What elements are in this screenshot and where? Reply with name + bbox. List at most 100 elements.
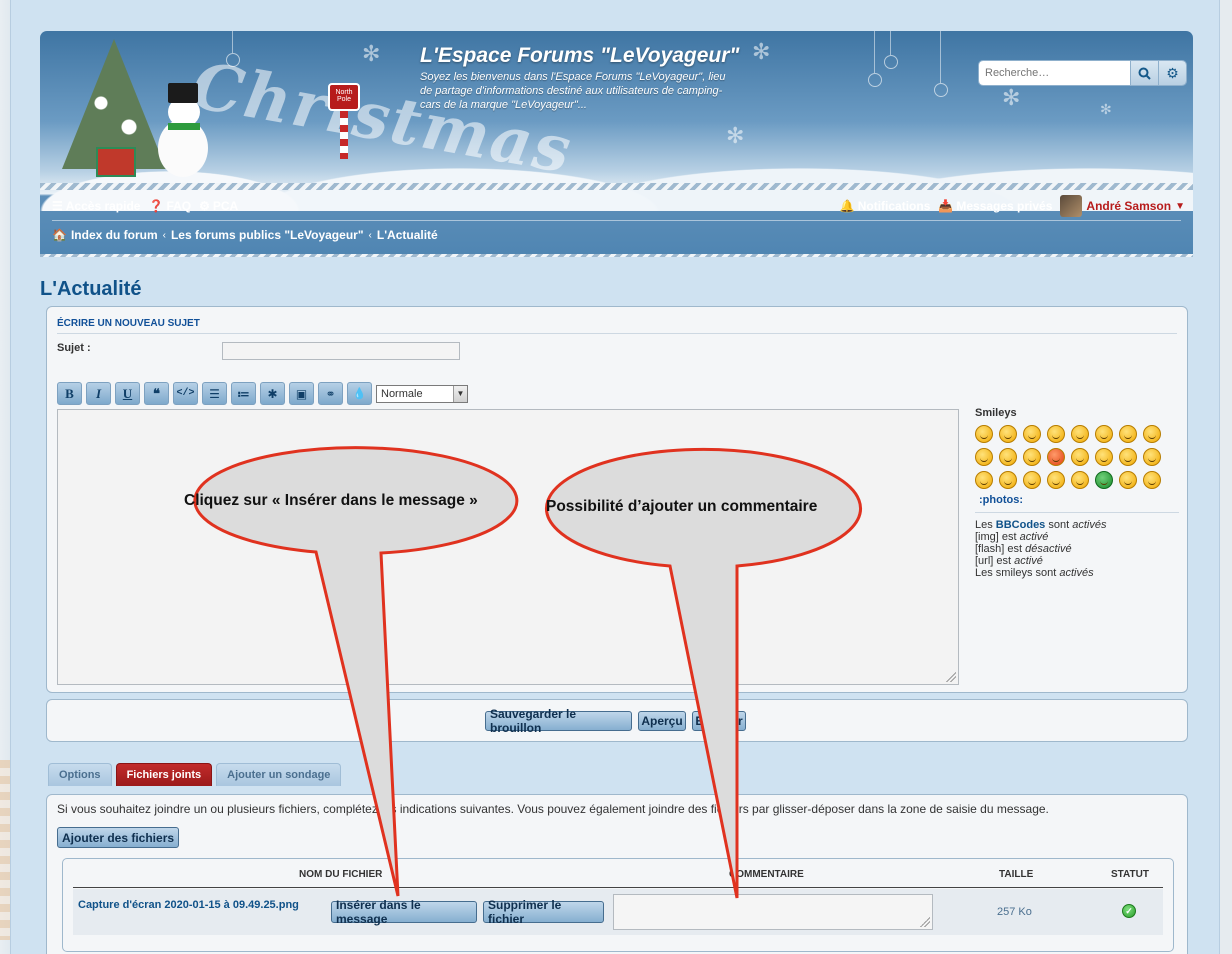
tab-attachments[interactable]: Fichiers joints: [115, 763, 213, 786]
user-menu[interactable]: André Samson ▼: [1060, 195, 1185, 217]
chevron-down-icon: ▼: [453, 385, 467, 402]
site-title[interactable]: L'Espace Forums "LeVoyageur": [420, 44, 739, 68]
code-button[interactable]: </>: [173, 382, 198, 405]
file-size: 257 Ko: [997, 906, 1032, 918]
snowman-hat: [168, 83, 198, 103]
smiley-icon[interactable]: [1023, 448, 1041, 466]
page-title[interactable]: L'Actualité: [40, 278, 141, 301]
breadcrumb-item-actualite[interactable]: L'Actualité: [377, 228, 438, 242]
smiley-icon[interactable]: [1047, 448, 1065, 466]
advanced-search-button[interactable]: ⚙: [1158, 61, 1186, 85]
resize-handle-icon[interactable]: [946, 672, 956, 682]
quote-button[interactable]: ❝: [144, 382, 169, 405]
smiley-icon[interactable]: [1095, 471, 1113, 489]
breadcrumb-item-index[interactable]: Index du forum: [71, 228, 158, 242]
smiley-icon[interactable]: [1119, 425, 1137, 443]
post-heading: Écrire un nouveau sujet: [57, 318, 1177, 334]
color-button[interactable]: 💧: [347, 382, 372, 405]
image-button[interactable]: ▣: [289, 382, 314, 405]
nav-user-links: 🔔 Notifications 📥 Messages privés André …: [832, 195, 1185, 217]
smiley-icon[interactable]: [999, 425, 1017, 443]
delete-file-button[interactable]: Supprimer le fichier: [483, 898, 604, 926]
message-textarea[interactable]: [57, 409, 959, 685]
private-messages-link[interactable]: 📥 Messages privés: [938, 199, 1052, 213]
attachments-intro: Si vous souhaitez joindre un ou plusieur…: [57, 802, 1049, 816]
ornament-string: [232, 31, 233, 53]
search-icon: [1138, 67, 1151, 80]
attachments-table: Nom du fichier Commentaire Taille Statut…: [62, 858, 1174, 952]
smiley-icon[interactable]: [1119, 448, 1137, 466]
smiley-icon[interactable]: [1023, 425, 1041, 443]
subject-input[interactable]: [222, 342, 460, 360]
bbcodes-link[interactable]: BBCodes: [996, 519, 1046, 531]
ornament-string: [890, 31, 891, 55]
font-size-select[interactable]: Normale ▼: [376, 384, 468, 403]
bold-button[interactable]: B: [57, 382, 82, 405]
insert-in-message-button[interactable]: Insérer dans le message: [331, 898, 477, 926]
smiley-icon[interactable]: [1143, 471, 1161, 489]
tab-options[interactable]: Options: [48, 763, 112, 786]
callout-text-left: Cliquez sur « Insérer dans le message »: [184, 492, 478, 509]
list-button[interactable]: ☰: [202, 382, 227, 405]
search-input[interactable]: [979, 61, 1130, 85]
ornament-icon: [226, 53, 240, 67]
submit-button[interactable]: Envoyer: [692, 711, 746, 731]
smiley-icon[interactable]: [1095, 425, 1113, 443]
notifications-link[interactable]: 🔔 Notifications: [840, 199, 931, 213]
callout-text-right: Possibilité d’ajouter un commentaire: [546, 498, 818, 515]
smiley-icon[interactable]: [1047, 425, 1065, 443]
smiley-icon[interactable]: [975, 448, 993, 466]
nav-divider: [52, 220, 1181, 221]
pca-label: PCA: [212, 199, 239, 213]
site-header: Christmas North Pole ✻ ✻ ✻ ✻ ✻ L'Espace …: [40, 31, 1193, 257]
ornament-icon: [868, 73, 882, 87]
actions-panel: Sauvegarder le brouillon Aperçu Envoyer: [46, 699, 1188, 742]
smiley-icon[interactable]: [1095, 448, 1113, 466]
smiley-icon[interactable]: [1119, 471, 1137, 489]
file-comment-input[interactable]: [613, 894, 933, 930]
resize-handle-icon[interactable]: [920, 917, 930, 927]
column-header-size: Taille: [999, 869, 1034, 880]
menu-icon: ☰: [52, 199, 63, 213]
smiley-icon[interactable]: [999, 471, 1017, 489]
smiley-icon[interactable]: [975, 425, 993, 443]
breadcrumb-separator-icon: ‹: [162, 229, 166, 241]
bbcode-toolbar: B I U ❝ </> ☰ ≔ ✱ ▣ ⚭ 💧 Normale ▼: [57, 382, 468, 405]
add-files-button[interactable]: Ajouter des fichiers: [57, 827, 180, 848]
preview-button[interactable]: Aperçu: [638, 711, 686, 731]
link-button[interactable]: ⚭: [318, 382, 343, 405]
tab-poll[interactable]: Ajouter un sondage: [216, 763, 342, 786]
faq-label: FAQ: [166, 199, 192, 213]
check-icon: ✓: [1122, 904, 1136, 918]
save-draft-button[interactable]: Sauvegarder le brouillon: [485, 707, 632, 735]
snowflake-icon: ✻: [752, 39, 771, 64]
ornament-string: [940, 31, 941, 83]
smiley-icon[interactable]: [1047, 471, 1065, 489]
smiley-icon[interactable]: [1023, 471, 1041, 489]
nav-links: ☰ Accès rapide ❓ FAQ ⚙ PCA 🔔 Notificatio…: [52, 195, 1185, 217]
photos-link[interactable]: :photos:: [979, 494, 1179, 506]
post-tabs: Options Fichiers joints Ajouter un sonda…: [48, 763, 345, 786]
flash-status-line: [flash] est désactivé: [975, 543, 1072, 555]
smiley-icon[interactable]: [999, 448, 1017, 466]
italic-button[interactable]: I: [86, 382, 111, 405]
smiley-icon[interactable]: [1071, 448, 1089, 466]
smiley-icon[interactable]: [1143, 448, 1161, 466]
question-icon: ❓: [148, 199, 164, 213]
list-item-button[interactable]: ✱: [260, 382, 285, 405]
underline-button[interactable]: U: [115, 382, 140, 405]
pca-link[interactable]: ⚙ PCA: [199, 199, 238, 213]
file-name-link[interactable]: Capture d'écran 2020-01-15 à 09.49.25.pn…: [78, 899, 299, 911]
avatar: [1060, 195, 1083, 217]
search-button[interactable]: [1130, 61, 1158, 85]
numbered-list-button[interactable]: ≔: [231, 382, 256, 405]
smiley-icon[interactable]: [1143, 425, 1161, 443]
smiley-icon[interactable]: [1071, 425, 1089, 443]
ornament-icon: [934, 83, 948, 97]
quick-access-link[interactable]: ☰ Accès rapide: [52, 199, 140, 213]
smiley-icon[interactable]: [975, 471, 993, 489]
smiley-icon[interactable]: [1071, 471, 1089, 489]
faq-link[interactable]: ❓ FAQ: [148, 199, 191, 213]
private-messages-label: Messages privés: [956, 199, 1053, 213]
breadcrumb-item-public-forums[interactable]: Les forums publics "LeVoyageur": [171, 228, 364, 242]
